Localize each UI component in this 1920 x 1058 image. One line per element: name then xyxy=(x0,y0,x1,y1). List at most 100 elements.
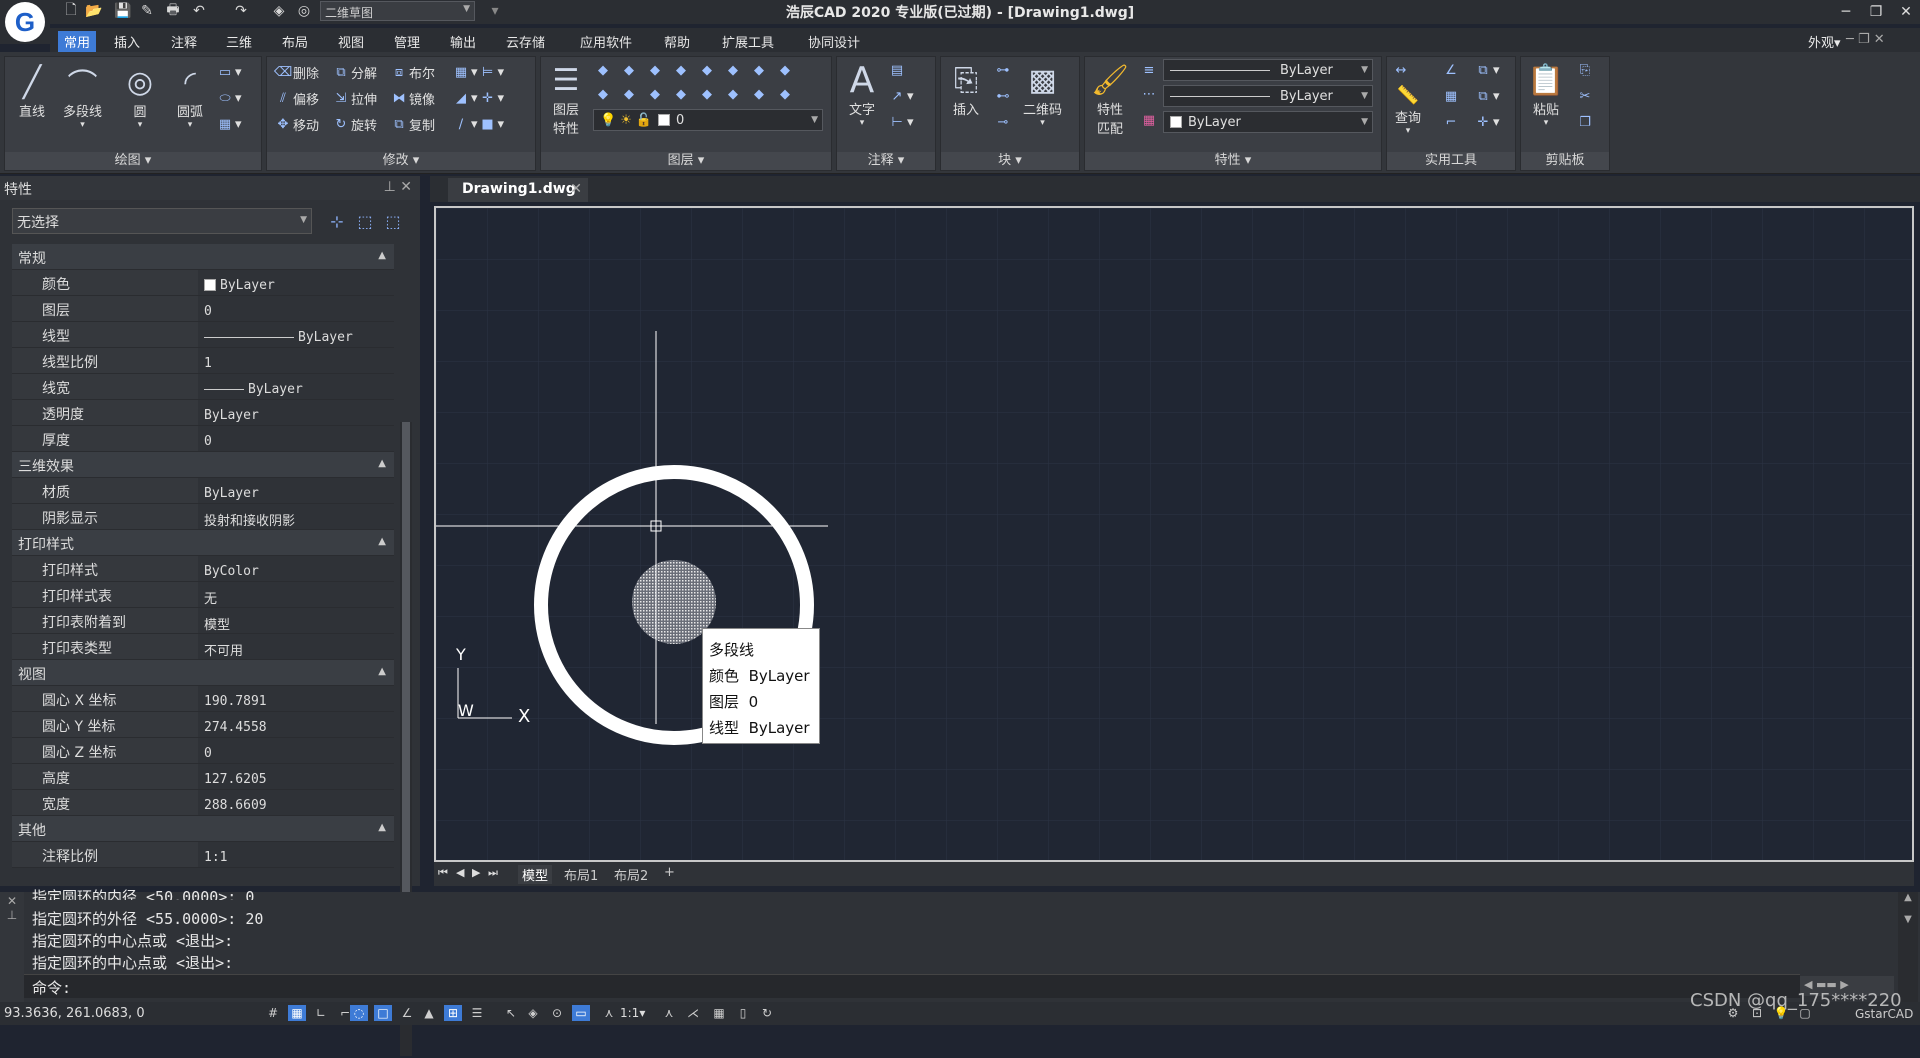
prop-row[interactable]: 线宽 ByLayer xyxy=(12,374,394,400)
layer-select[interactable]: 💡 ☀ 🔓 0 ▼ xyxy=(593,109,823,131)
last-tab-icon[interactable]: ⏭ xyxy=(488,866,498,880)
measure-button[interactable]: ↔ xyxy=(1393,59,1409,81)
tab-drawing1[interactable]: Drawing1.dwg ✕ xyxy=(448,178,588,202)
block-create-button[interactable]: ⊶ xyxy=(995,59,1011,81)
offset-button[interactable]: ⫽ 偏移 xyxy=(275,87,319,109)
linetype-select[interactable]: ByLayer ▼ xyxy=(1163,85,1373,107)
menu-cloud[interactable]: 云存储 xyxy=(500,31,551,52)
menu-3d[interactable]: 三维 xyxy=(220,31,258,52)
scroll-thumb[interactable] xyxy=(402,422,410,942)
paste-button[interactable]: 📋 粘贴 ▾ xyxy=(1527,61,1565,129)
prop-row[interactable]: 圆心 Z 坐标 0 xyxy=(12,738,394,764)
save-icon[interactable]: 💾 xyxy=(114,2,132,20)
table-button[interactable]: ▤ xyxy=(889,59,905,81)
text-button[interactable]: A 文字 ▾ xyxy=(843,60,881,129)
menu-output[interactable]: 输出 xyxy=(444,31,482,52)
panel-utilities-title[interactable]: 实用工具 xyxy=(1387,152,1515,170)
prop-row[interactable]: 打印表类型 不可用 xyxy=(12,634,394,660)
panel-annotate-title[interactable]: 注释 ▾ xyxy=(837,152,935,170)
copy-clip-button[interactable]: ⎘ xyxy=(1577,59,1593,81)
dynamic-ucs-icon[interactable]: ▲ xyxy=(420,1005,438,1021)
layer-properties-button[interactable]: ☰ 图层 特性 xyxy=(547,61,585,138)
quick-select-icon[interactable]: ⬚ xyxy=(382,210,404,232)
menu-help[interactable]: 帮助 xyxy=(658,31,696,52)
tab-layout1[interactable]: 布局1 xyxy=(564,865,598,884)
grid-icon[interactable]: ▦ xyxy=(288,1005,306,1021)
prop-row[interactable]: 打印样式表无 xyxy=(12,582,394,608)
snap-mode-icon[interactable]: ∟ xyxy=(312,1005,330,1021)
grid-status-icon[interactable]: ▦ xyxy=(710,1005,728,1021)
break-button[interactable]: ∕ ▾ ■ ▾ xyxy=(453,113,504,135)
erase-button[interactable]: ⌫ 删除 xyxy=(274,61,319,83)
otrack-icon[interactable]: ∠ xyxy=(398,1005,416,1021)
copy-button[interactable]: ⧉ 复制 xyxy=(391,113,435,135)
restore-icon[interactable]: ❐ xyxy=(1866,2,1886,22)
polar-icon[interactable]: ◌ xyxy=(350,1005,368,1021)
annotation-scale[interactable]: 1:1▾ xyxy=(620,1006,645,1020)
panel-layer-title[interactable]: 图层 ▾ xyxy=(541,152,831,170)
panel-block-title[interactable]: 块 ▾ xyxy=(941,152,1079,170)
drawing-canvas[interactable]: Y W X xyxy=(434,206,1914,862)
cursor-arrow-icon[interactable]: ↖ xyxy=(502,1005,520,1021)
workspace-select[interactable]: 二维草图 ▼ xyxy=(320,1,475,21)
layers-status-icon[interactable]: ◈ xyxy=(524,1005,542,1021)
stretch-button[interactable]: ⇲ 拉伸 xyxy=(333,87,377,109)
command-scrollbar[interactable]: ▲ ▼ xyxy=(1898,892,1918,1002)
model-space-icon[interactable]: # xyxy=(264,1005,282,1021)
section-view[interactable]: 视图 ▲ xyxy=(12,660,394,686)
print-icon[interactable]: 🖶 xyxy=(164,2,182,20)
prop-row[interactable]: 圆心 Y 坐标 274.4558 xyxy=(12,712,394,738)
leader-button[interactable]: ↗ ▾ xyxy=(889,85,914,107)
fullscreen-icon[interactable]: ▯ xyxy=(734,1005,752,1021)
dimension-button[interactable]: ⊢ ▾ xyxy=(889,111,913,133)
block-edit-button[interactable]: ⊷ xyxy=(995,85,1011,107)
section-plot-style[interactable]: 打印样式 ▲ xyxy=(12,530,394,556)
copy-base-button[interactable]: ❐ xyxy=(1577,111,1593,133)
layers-stack-icon[interactable]: ◈ xyxy=(270,2,288,20)
new-file-icon[interactable]: 🗋 xyxy=(62,2,80,20)
annotation-vis-icon[interactable]: ⋏ xyxy=(660,1005,678,1021)
layer-tools-row2[interactable]: ◆ ◆ ◆ ◆ ◆ ◆ ◆ ◆ xyxy=(595,83,793,105)
prop-row[interactable]: 厚度 0 xyxy=(12,426,394,452)
section-misc[interactable]: 其他 ▲ xyxy=(12,816,394,842)
minimize-icon[interactable]: ─ xyxy=(1836,2,1856,22)
menu-view[interactable]: 视图 xyxy=(332,31,370,52)
rectangle-button[interactable]: ▭ ▾ xyxy=(217,61,242,83)
annotation-icon[interactable]: ⋏ xyxy=(600,1005,618,1021)
prop-row[interactable]: 线型 ByLayer xyxy=(12,322,394,348)
selection-dropdown[interactable]: 无选择 ▼ xyxy=(12,208,312,234)
panel-draw-title[interactable]: 绘图 ▾ xyxy=(5,152,261,170)
command-window-grip[interactable]: ✕ ⊥ xyxy=(0,892,24,1002)
qrcode-button[interactable]: ▩ 二维码 ▾ xyxy=(1023,61,1062,129)
lineweight-status-icon[interactable]: ☰ xyxy=(468,1005,486,1021)
prop-row[interactable]: 圆心 X 坐标 190.7891 xyxy=(12,686,394,712)
prop-row[interactable]: 图层 0 xyxy=(12,296,394,322)
close-tab-icon[interactable]: ✕ xyxy=(570,181,582,197)
array-button[interactable]: ▦ ▾ ⊨ ▾ xyxy=(453,61,504,83)
customize-qa-icon[interactable]: ▾ xyxy=(486,2,504,20)
first-tab-icon[interactable]: ⏮ xyxy=(438,866,448,880)
palette-close-icon[interactable]: ⊥ ✕ xyxy=(384,179,412,195)
arc-button[interactable]: ◜ 圆弧 ▾ xyxy=(171,63,209,131)
dyn-input-icon[interactable]: ⊞ xyxy=(444,1005,462,1021)
menu-extensions[interactable]: 扩展工具 xyxy=(716,31,780,52)
redo-icon[interactable]: ↷ xyxy=(232,2,250,20)
ellipse-button[interactable]: ⬭ ▾ xyxy=(217,87,241,109)
prop-row[interactable]: 材质 ByLayer xyxy=(12,478,394,504)
menu-annotate[interactable]: 注释 xyxy=(165,31,203,52)
color-select[interactable]: ByLayer ▼ xyxy=(1163,111,1373,133)
tab-model[interactable]: 模型 xyxy=(518,865,553,884)
command-input[interactable]: 命令: xyxy=(24,974,1800,998)
prop-row[interactable]: 线型比例 1 xyxy=(12,348,394,374)
rotate-button[interactable]: ↻ 旋转 xyxy=(333,113,377,135)
layer-tools-row1[interactable]: ◆ ◆ ◆ ◆ ◆ ◆ ◆ ◆ xyxy=(595,59,793,81)
zoom-status-icon[interactable]: ⊙ xyxy=(548,1005,566,1021)
menu-home[interactable]: 常用 xyxy=(58,31,97,52)
viewport-status-icon[interactable]: ▭ xyxy=(572,1005,590,1021)
toggle-pickadd-icon[interactable]: ⊹ xyxy=(326,210,348,232)
select-objects-icon[interactable]: ⬚ xyxy=(354,210,376,232)
linetype-icon-btn[interactable]: ⋯ xyxy=(1141,83,1157,105)
menu-layout[interactable]: 布局 xyxy=(276,31,314,52)
refresh-icon[interactable]: ↻ xyxy=(758,1005,776,1021)
menu-collab[interactable]: 协同设计 xyxy=(802,31,866,52)
